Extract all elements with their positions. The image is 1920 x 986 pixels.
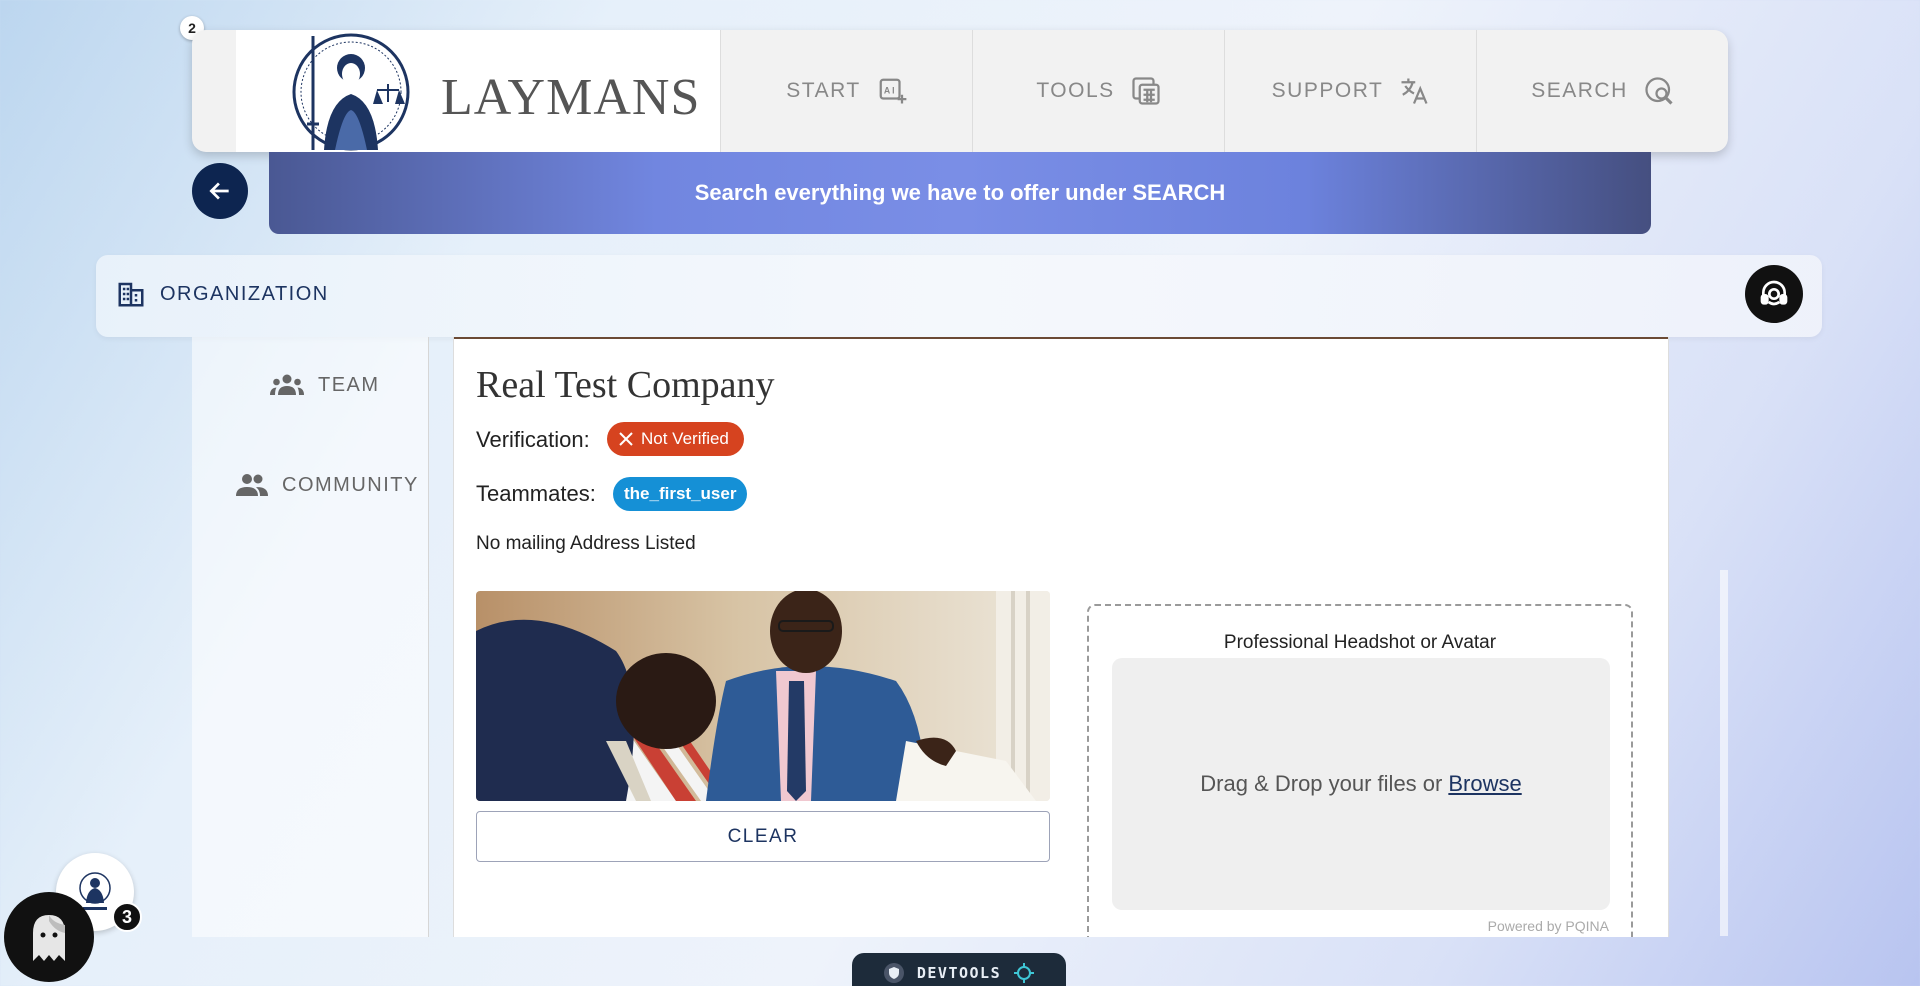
nav-search-label: SEARCH	[1531, 79, 1628, 102]
uploader-title: Professional Headshot or Avatar	[1223, 632, 1497, 653]
organization-title-text: ORGANIZATION	[160, 282, 329, 305]
organization-title: ORGANIZATION	[116, 279, 329, 309]
brand-logo[interactable]: LAYMANS	[236, 30, 721, 152]
search-globe-icon	[1645, 77, 1673, 105]
building-icon	[118, 282, 144, 307]
mailing-address: No mailing Address Listed	[476, 533, 696, 554]
devtools-label: DEVTOOLS	[916, 964, 1002, 982]
translate-icon	[1401, 78, 1428, 104]
browse-link[interactable]: Browse	[1448, 771, 1521, 797]
nav-start[interactable]: START AI	[721, 30, 973, 152]
organization-header: ORGANIZATION	[96, 255, 1822, 337]
verification-label: Verification:	[476, 427, 590, 452]
brand-name: LAYMANS	[441, 69, 701, 126]
verification-status-text: Not Verified	[641, 429, 729, 448]
headset-icon	[1760, 280, 1788, 306]
devtools-toggle[interactable]: DEVTOOLS	[852, 953, 1066, 986]
nav-tools-label: TOOLS	[1036, 79, 1115, 102]
verification-status-badge: Not Verified	[607, 422, 744, 456]
company-photo	[476, 591, 1050, 801]
sidebar-item-team[interactable]: TEAM	[270, 373, 380, 397]
teammate-chip[interactable]: the_first_user	[613, 477, 748, 511]
arrow-left-icon	[209, 182, 229, 200]
banner-text: Search everything we have to offer under…	[694, 180, 1226, 205]
assistant-ghost-button[interactable]	[4, 892, 94, 982]
headshot-uploader: Professional Headshot or Avatar Drag & D…	[1087, 604, 1633, 937]
back-button[interactable]	[192, 163, 248, 219]
close-icon	[619, 432, 633, 446]
sidebar-item-community[interactable]: COMMUNITY	[236, 473, 419, 497]
sidebar-item-community-label: COMMUNITY	[282, 473, 419, 496]
nav-support[interactable]: SUPPORT	[1225, 30, 1477, 152]
nav-start-label: START	[786, 79, 861, 102]
teammates-label: Teammates:	[476, 481, 596, 506]
people-icon	[236, 474, 268, 496]
nav-search[interactable]: SEARCH	[1477, 30, 1728, 152]
clear-button[interactable]: CLEAR	[476, 811, 1050, 862]
cover-image-edge	[454, 337, 1668, 339]
company-name: Real Test Company	[476, 364, 775, 406]
drop-zone-text: Drag & Drop your files or	[1200, 771, 1443, 796]
teammate-chip-text: the_first_user	[624, 484, 737, 503]
file-drop-zone[interactable]: Drag & Drop your files or Browse	[1112, 658, 1610, 910]
sidebar: TEAM COMMUNITY	[192, 337, 429, 937]
sidebar-item-team-label: TEAM	[318, 373, 380, 396]
assistant-badge: 3	[112, 902, 142, 932]
lady-justice-logo-icon	[292, 33, 410, 151]
ai-sparkle-icon: AI	[879, 78, 907, 104]
ghost-icon	[33, 915, 65, 961]
shield-logo-icon	[883, 963, 904, 983]
clear-button-label: CLEAR	[727, 825, 799, 847]
groups-icon	[270, 374, 304, 395]
top-navigation: LAYMANS START AI TOOLS SUPPORT SEARCH	[192, 30, 1728, 152]
calculator-icon	[1132, 77, 1160, 105]
company-profile-card: Real Test Company Verification: Not Veri…	[453, 337, 1669, 937]
svg-text:AI: AI	[884, 86, 897, 96]
announcement-banner: Search everything we have to offer under…	[269, 152, 1651, 234]
nav-tools[interactable]: TOOLS	[973, 30, 1225, 152]
scrollbar[interactable]	[1720, 570, 1728, 936]
crosshair-icon	[1014, 963, 1035, 983]
powered-by-credit[interactable]: Powered by PQINA	[1488, 918, 1609, 934]
support-agent-button[interactable]	[1745, 265, 1803, 323]
business-meeting-photo	[476, 591, 1050, 801]
nav-support-label: SUPPORT	[1271, 79, 1384, 102]
